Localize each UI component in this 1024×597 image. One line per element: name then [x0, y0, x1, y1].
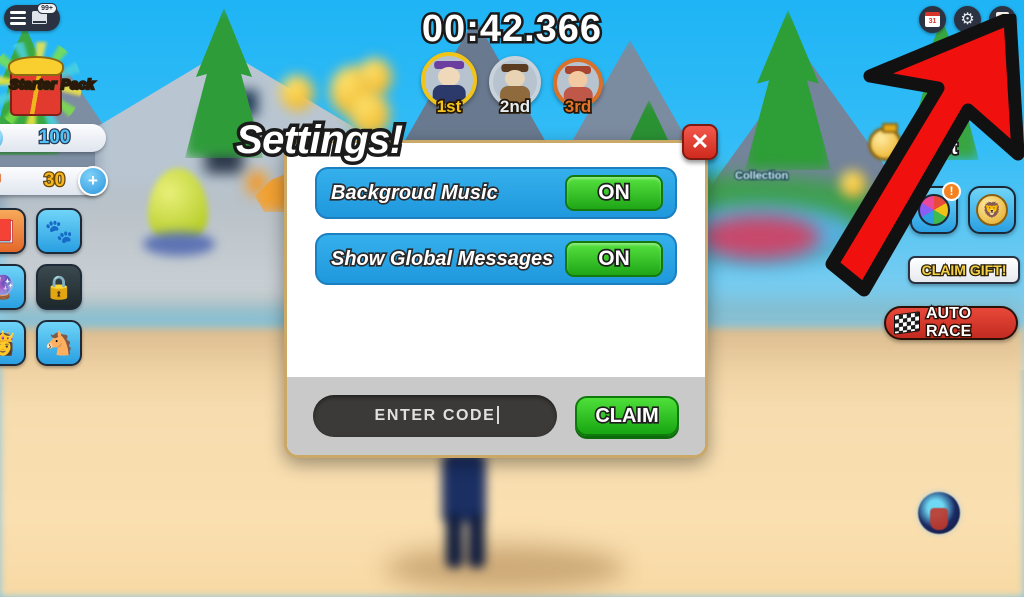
settings-list: Backgroud Music ON Show Global Messages … — [287, 143, 705, 285]
setting-label: Backgroud Music — [329, 180, 499, 205]
currency-gems[interactable]: 100 — [0, 124, 106, 152]
gift-bow-icon — [8, 56, 64, 76]
leaderboard-entry-1[interactable]: 1st — [421, 52, 477, 118]
add-hearts-button[interactable]: + — [78, 166, 108, 196]
leaderboard-rank: 2nd — [498, 95, 532, 117]
sidebar-item-pets[interactable]: 🐾 — [36, 208, 82, 254]
setting-label: Show Global Messages — [329, 246, 555, 271]
code-input[interactable] — [313, 395, 557, 437]
tutorial-arrow — [825, 14, 1024, 297]
character-torso — [442, 452, 486, 522]
starter-pack-label: Starter Pack — [0, 75, 122, 93]
leaderboard-rank: 3rd — [563, 95, 593, 117]
checkered-flag-icon — [894, 311, 920, 335]
avatar-head — [568, 71, 588, 89]
flower-patch — [700, 215, 820, 259]
settings-footer: CLAIM — [287, 377, 705, 455]
toggle-state: ON — [597, 245, 632, 271]
princess-icon: 👸 — [0, 331, 17, 355]
left-sidebar: 📕 🐾 🔮 🔒 👸 🐴 — [0, 208, 82, 366]
character-shadow — [385, 545, 625, 591]
setting-row-global-messages: Show Global Messages ON — [315, 233, 677, 285]
avatar-head — [437, 66, 461, 86]
game-emblem — [918, 492, 960, 534]
gems-value: 100 — [37, 126, 71, 150]
auto-race-button[interactable]: AUTO RACE — [884, 304, 1018, 342]
currency-hearts[interactable]: 30 + — [0, 166, 108, 196]
character-leg — [468, 514, 485, 568]
global-messages-toggle[interactable]: ON — [565, 241, 663, 277]
coin-pile — [358, 58, 392, 96]
sidebar-item-shop[interactable]: 📕 — [0, 208, 26, 254]
world-collection-label: Collection — [734, 169, 790, 183]
horse-icon: 🐴 — [44, 329, 74, 356]
egg-pedestal — [143, 232, 215, 256]
claim-code-button[interactable]: CLAIM — [575, 396, 679, 436]
avatar-head — [504, 69, 526, 88]
setting-row-background-music: Backgroud Music ON — [315, 167, 677, 219]
coin-pile — [280, 75, 314, 111]
sidebar-item-characters[interactable]: 👸 — [0, 320, 26, 366]
sidebar-item-eggs[interactable]: 🔮 — [0, 264, 26, 310]
paw-icon: 🐾 — [44, 217, 74, 244]
lock-icon: 🔒 — [44, 273, 74, 300]
settings-modal: Backgroud Music ON Show Global Messages … — [284, 140, 708, 458]
player-character — [430, 452, 500, 572]
leaderboard-entry-2[interactable]: 2nd — [489, 56, 541, 118]
background-music-toggle[interactable]: ON — [565, 175, 663, 211]
arrow-shape — [825, 14, 1024, 297]
leaderboard-rank: 1st — [435, 95, 463, 117]
leaderboard: 1st 2nd 3rd — [421, 52, 603, 118]
character-leg — [446, 514, 463, 568]
close-icon[interactable]: ✕ — [682, 124, 718, 160]
sidebar-item-locked[interactable]: 🔒 — [36, 264, 82, 310]
ball-icon: 🔮 — [0, 275, 17, 299]
settings-title: Settings! — [233, 115, 407, 166]
auto-race-label: AUTO RACE — [925, 304, 973, 342]
book-icon: 📕 — [0, 219, 17, 243]
leaderboard-entry-3[interactable]: 3rd — [553, 58, 603, 118]
toggle-state: ON — [597, 179, 632, 205]
close-glyph: ✕ — [690, 129, 710, 154]
sidebar-item-mounts[interactable]: 🐴 — [36, 320, 82, 366]
text-cursor — [497, 406, 499, 424]
